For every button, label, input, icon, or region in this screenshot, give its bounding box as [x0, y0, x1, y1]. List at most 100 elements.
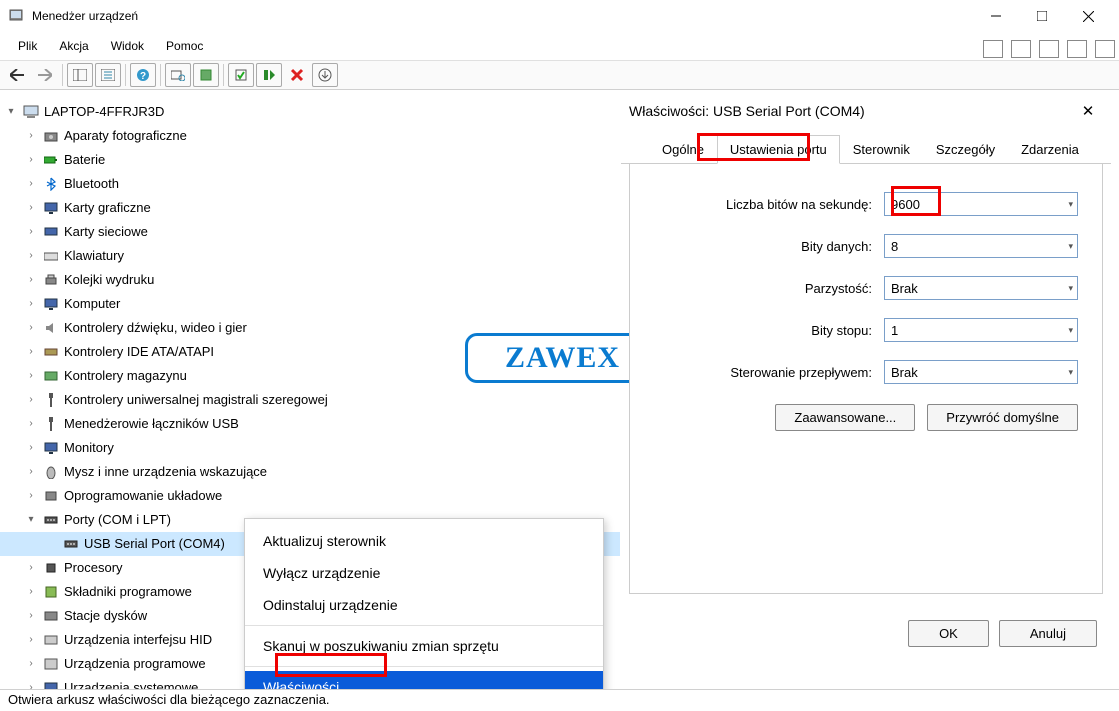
tab-driver[interactable]: Sterownik: [840, 135, 923, 164]
extra-icon-5[interactable]: [1095, 40, 1115, 58]
cm-disable-device[interactable]: Wyłącz urządzenie: [245, 557, 603, 589]
expand-icon[interactable]: ›: [24, 414, 38, 434]
stop-bits-value: 1: [891, 323, 898, 338]
update-driver-icon[interactable]: [193, 63, 219, 87]
flow-control-value: Brak: [891, 365, 918, 380]
expand-icon[interactable]: ›: [24, 246, 38, 266]
extra-icon-4[interactable]: [1067, 40, 1087, 58]
tree-item-monitors[interactable]: ›Monitory: [0, 436, 620, 460]
expand-icon[interactable]: ›: [24, 294, 38, 314]
expand-icon[interactable]: ›: [24, 270, 38, 290]
expand-icon[interactable]: ›: [24, 126, 38, 146]
disable-icon[interactable]: [256, 63, 282, 87]
collapse-icon[interactable]: ▾: [24, 510, 38, 530]
tree-item-label: Komputer: [64, 294, 120, 314]
cm-uninstall-device[interactable]: Odinstaluj urządzenie: [245, 589, 603, 621]
tree-item-label: Kontrolery dźwięku, wideo i gier: [64, 318, 247, 338]
expand-icon[interactable]: ›: [24, 486, 38, 506]
menu-action[interactable]: Akcja: [49, 36, 98, 56]
tree-item-batteries[interactable]: ›Baterie: [0, 148, 620, 172]
cancel-button[interactable]: Anuluj: [999, 620, 1097, 647]
minimize-button[interactable]: [973, 0, 1019, 32]
expand-icon[interactable]: ›: [24, 558, 38, 578]
expand-icon[interactable]: ›: [24, 174, 38, 194]
stop-bits-dropdown[interactable]: 1 ▾: [884, 318, 1078, 342]
ok-button[interactable]: OK: [908, 620, 989, 647]
tree-item-bluetooth[interactable]: ›Bluetooth: [0, 172, 620, 196]
uninstall-icon[interactable]: [284, 63, 310, 87]
extra-icon-2[interactable]: [1011, 40, 1031, 58]
expand-icon[interactable]: ›: [24, 606, 38, 626]
expand-icon[interactable]: ›: [24, 678, 38, 689]
extra-icons-row: [983, 40, 1115, 58]
menu-help[interactable]: Pomoc: [156, 36, 213, 56]
expand-icon[interactable]: ›: [24, 654, 38, 674]
tab-details[interactable]: Szczegóły: [923, 135, 1008, 164]
tree-item-firmware[interactable]: ›Oprogramowanie układowe: [0, 484, 620, 508]
tree-item-label: Porty (COM i LPT): [64, 510, 171, 530]
printer-icon: [42, 272, 60, 288]
tree-item-mice[interactable]: ›Mysz i inne urządzenia wskazujące: [0, 460, 620, 484]
chevron-down-icon: ▾: [1068, 325, 1073, 336]
tab-port-settings[interactable]: Ustawienia portu: [717, 135, 840, 164]
parity-dropdown[interactable]: Brak ▾: [884, 276, 1078, 300]
show-hide-tree-icon[interactable]: [67, 63, 93, 87]
down-arrow-icon[interactable]: [312, 63, 338, 87]
expand-icon[interactable]: ›: [24, 390, 38, 410]
expand-icon[interactable]: ›: [24, 438, 38, 458]
tree-item-network[interactable]: ›Karty sieciowe: [0, 220, 620, 244]
usb-connector-icon: [42, 416, 60, 432]
data-bits-dropdown[interactable]: 8 ▾: [884, 234, 1078, 258]
tree-item-cameras[interactable]: ›Aparaty fotograficzne: [0, 124, 620, 148]
system-icon: [42, 680, 60, 689]
expand-icon[interactable]: ›: [24, 198, 38, 218]
tree-item-usb[interactable]: ›Kontrolery uniwersalnej magistrali szer…: [0, 388, 620, 412]
properties-tabs: Ogólne Ustawienia portu Sterownik Szczeg…: [621, 134, 1111, 164]
expand-icon[interactable]: ›: [24, 582, 38, 602]
expand-icon[interactable]: ›: [24, 366, 38, 386]
expand-icon[interactable]: ›: [24, 150, 38, 170]
camera-icon: [42, 128, 60, 144]
enable-icon[interactable]: [228, 63, 254, 87]
tree-item-keyboards[interactable]: ›Klawiatury: [0, 244, 620, 268]
expand-icon[interactable]: ›: [24, 222, 38, 242]
menu-file[interactable]: Plik: [8, 36, 47, 56]
properties-icon[interactable]: [95, 63, 121, 87]
expand-icon[interactable]: ›: [24, 318, 38, 338]
tree-item-computer[interactable]: › Komputer: [0, 292, 620, 316]
parity-value: Brak: [891, 281, 918, 296]
cm-separator: [245, 625, 603, 626]
tree-item-label: Składniki programowe: [64, 582, 192, 602]
expand-icon[interactable]: ›: [24, 630, 38, 650]
tab-events[interactable]: Zdarzenia: [1008, 135, 1092, 164]
cm-scan-hardware[interactable]: Skanuj w poszukiwaniu zmian sprzętu: [245, 630, 603, 662]
mouse-icon: [42, 464, 60, 480]
back-icon[interactable]: [4, 63, 30, 87]
bits-per-sec-dropdown[interactable]: 9600 ▾: [884, 192, 1078, 216]
maximize-button[interactable]: [1019, 0, 1065, 32]
tab-general[interactable]: Ogólne: [649, 135, 717, 164]
help-icon[interactable]: ?: [130, 63, 156, 87]
extra-icon-1[interactable]: [983, 40, 1003, 58]
expand-icon[interactable]: ›: [24, 342, 38, 362]
extra-icon-3[interactable]: [1039, 40, 1059, 58]
flow-control-dropdown[interactable]: Brak ▾: [884, 360, 1078, 384]
menu-view[interactable]: Widok: [101, 36, 154, 56]
tree-item-usbconnectors[interactable]: ›Menedżerowie łączników USB: [0, 412, 620, 436]
restore-defaults-button[interactable]: Przywróć domyślne: [927, 404, 1078, 431]
tree-item-label: Kontrolery IDE ATA/ATAPI: [64, 342, 214, 362]
forward-icon[interactable]: [32, 63, 58, 87]
close-button[interactable]: [1065, 0, 1111, 32]
software-icon: [42, 584, 60, 600]
cm-update-driver[interactable]: Aktualizuj sterownik: [245, 525, 603, 557]
data-bits-label: Bity danych:: [654, 239, 884, 254]
properties-close-button[interactable]: ✕: [1073, 102, 1103, 120]
scan-icon[interactable]: [165, 63, 191, 87]
computer-icon: [22, 104, 40, 120]
collapse-icon[interactable]: ▾: [4, 102, 18, 122]
tree-item-printqueues[interactable]: ›Kolejki wydruku: [0, 268, 620, 292]
expand-icon[interactable]: ›: [24, 462, 38, 482]
tree-root[interactable]: ▾ LAPTOP-4FFRJR3D: [0, 100, 620, 124]
advanced-button[interactable]: Zaawansowane...: [775, 404, 915, 431]
tree-item-display[interactable]: ›Karty graficzne: [0, 196, 620, 220]
